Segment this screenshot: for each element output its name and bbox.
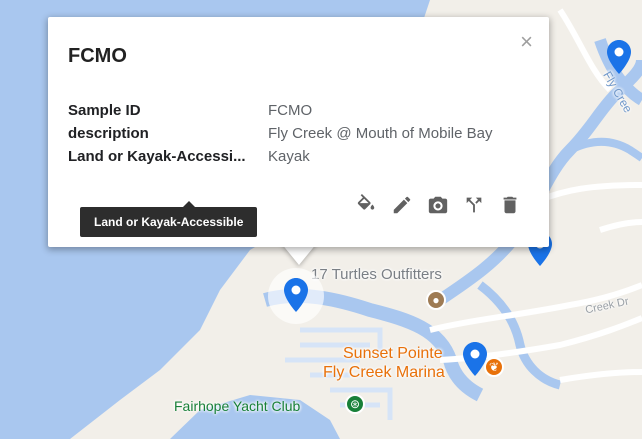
sunset-pointe-label[interactable]: Sunset Pointe bbox=[343, 345, 443, 363]
fly-creek-marina-label[interactable]: Fly Creek Marina bbox=[323, 364, 445, 382]
location-marker-icon[interactable] bbox=[607, 40, 631, 74]
attribute-value: Kayak bbox=[268, 148, 310, 165]
restaurant-poi-icon[interactable]: ❦ bbox=[484, 357, 504, 377]
feature-toolbar bbox=[355, 194, 521, 216]
trash-icon[interactable] bbox=[499, 194, 521, 216]
attribute-row: Land or Kayak-Accessi... Kayak bbox=[68, 145, 492, 168]
turtles-outfitters-label[interactable]: 17 Turtles Outfitters bbox=[311, 266, 442, 283]
close-icon[interactable]: × bbox=[520, 31, 533, 53]
attribute-key-tooltip: Land or Kayak-Accessible bbox=[80, 201, 258, 237]
info-window-title: FCMO bbox=[68, 45, 127, 67]
attribute-row: Sample ID FCMO bbox=[68, 99, 492, 122]
attribute-value: FCMO bbox=[268, 102, 313, 119]
directions-fork-icon[interactable] bbox=[463, 194, 485, 216]
fairhope-yacht-club-label[interactable]: Fairhope Yacht Club bbox=[174, 398, 300, 414]
selected-location-marker-icon[interactable] bbox=[284, 278, 308, 312]
yacht-club-poi-icon[interactable]: ⊛ bbox=[345, 394, 365, 414]
attribute-key: Sample ID bbox=[68, 102, 141, 119]
pencil-icon[interactable] bbox=[391, 194, 413, 216]
location-marker-icon[interactable] bbox=[463, 342, 487, 376]
attribute-row: description Fly Creek @ Mouth of Mobile … bbox=[68, 122, 492, 145]
feature-info-window: × FCMO Sample ID FCMO description Fly Cr… bbox=[48, 17, 549, 247]
attribute-value: Fly Creek @ Mouth of Mobile Bay bbox=[268, 125, 493, 142]
outfitter-poi-icon[interactable]: ● bbox=[426, 290, 446, 310]
attribute-key[interactable]: Land or Kayak-Accessi... bbox=[68, 148, 268, 165]
attribute-list: Sample ID FCMO description Fly Creek @ M… bbox=[68, 99, 492, 168]
paint-bucket-icon[interactable] bbox=[355, 194, 377, 216]
attribute-key: description bbox=[68, 125, 149, 142]
camera-icon[interactable] bbox=[427, 194, 449, 216]
